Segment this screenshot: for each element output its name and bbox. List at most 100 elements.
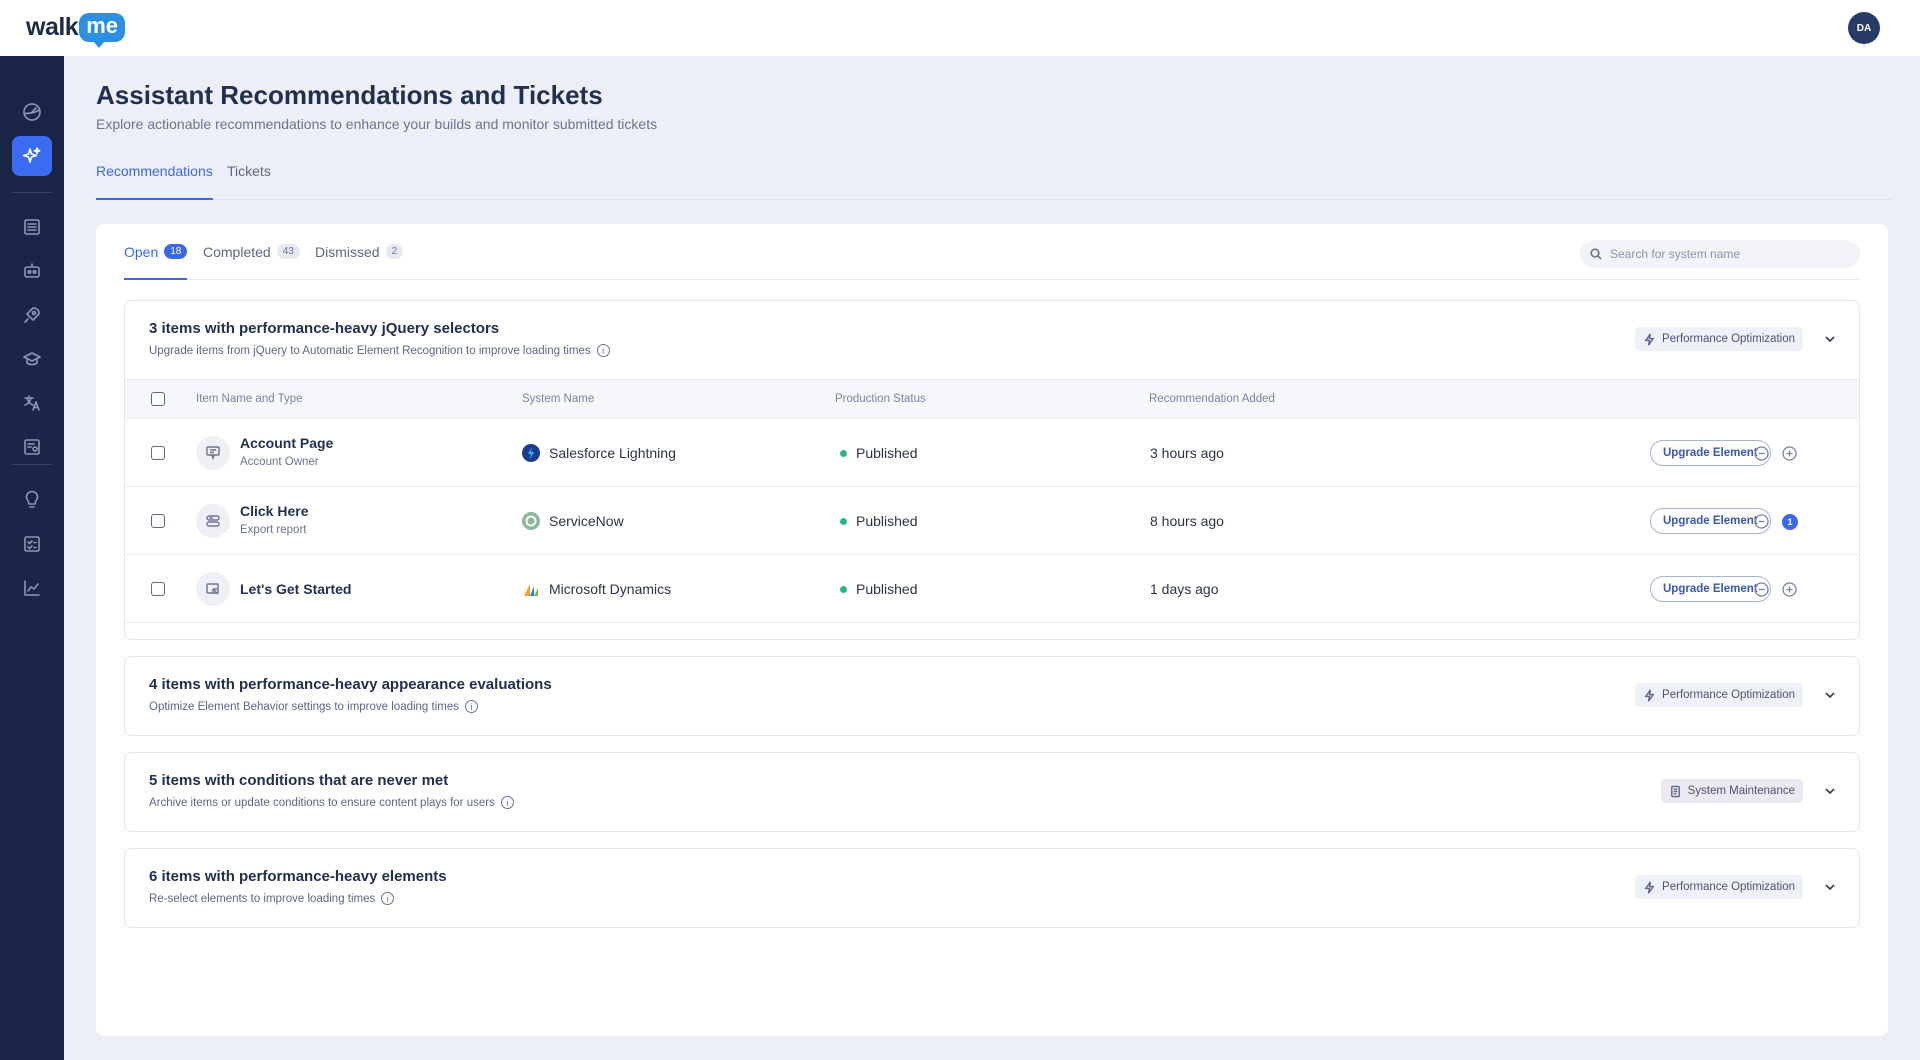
group-expand-toggle[interactable]: [1823, 880, 1837, 894]
row-checkbox[interactable]: [151, 446, 165, 460]
row-checkbox[interactable]: [151, 582, 165, 596]
sidebar-item-content[interactable]: [12, 207, 52, 247]
sidebar-item-integrations[interactable]: [12, 427, 52, 467]
category-tag: System Maintenance: [1660, 779, 1803, 803]
group-description: Archive items or update conditions to en…: [149, 796, 514, 809]
logo-walk-text: walk: [26, 12, 79, 41]
tab-completed-label: Completed: [203, 244, 271, 260]
tab-completed-count: 43: [276, 244, 300, 259]
table-row[interactable]: Account Page Account Owner Salesforce Li…: [125, 419, 1859, 487]
walkme-logo[interactable]: walk me: [26, 12, 125, 48]
create-ticket-button[interactable]: [1782, 582, 1797, 597]
sidebar: [0, 56, 64, 1060]
launcher-icon: [206, 446, 220, 461]
tab-open-label: Open: [124, 244, 159, 260]
ai-sparkle-icon: [22, 147, 41, 163]
group-description: Upgrade items from jQuery to Automatic E…: [149, 344, 610, 357]
column-header-added: Recommendation Added: [1149, 393, 1275, 405]
table-header: Item Name and Type System Name Productio…: [125, 379, 1859, 419]
bot-icon: [24, 263, 40, 278]
create-ticket-button[interactable]: [1782, 446, 1797, 461]
info-icon[interactable]: i: [500, 796, 514, 809]
group-expand-toggle[interactable]: [1823, 784, 1837, 798]
category-tag-label: System Maintenance: [1687, 785, 1795, 797]
production-status: Published: [856, 581, 918, 597]
upgrade-element-button[interactable]: Upgrade Element: [1650, 440, 1771, 466]
tab-recommendations[interactable]: Recommendations: [96, 163, 213, 200]
group-expand-toggle[interactable]: [1823, 688, 1837, 702]
lightning-icon: [1644, 689, 1655, 701]
minus-circle-icon: [1754, 446, 1769, 461]
select-all-checkbox[interactable]: [151, 392, 165, 406]
sidebar-item-translate[interactable]: [12, 383, 52, 423]
category-tag-label: Performance Optimization: [1662, 881, 1795, 893]
group-description-text: Archive items or update conditions to en…: [149, 796, 495, 809]
smart-walkthru-icon: [206, 583, 219, 595]
table-row[interactable]: Click Here Export report ServiceNow Publ…: [125, 487, 1859, 555]
status-dot: [840, 586, 847, 593]
table-row[interactable]: Let's Get Started Microsoft Dynamics Pub…: [125, 555, 1859, 623]
servicenow-icon: [522, 512, 540, 530]
sidebar-item-insights[interactable]: [12, 480, 52, 520]
document-icon: [1670, 785, 1680, 797]
system-name: ServiceNow: [549, 513, 624, 529]
user-avatar[interactable]: DA: [1848, 12, 1880, 44]
group-title: 4 items with performance-heavy appearanc…: [149, 676, 552, 693]
tab-dismissed[interactable]: Dismissed 2: [315, 244, 404, 280]
group-description-text: Upgrade items from jQuery to Automatic E…: [149, 344, 591, 357]
dismiss-button[interactable]: [1754, 514, 1769, 529]
info-icon[interactable]: i: [465, 700, 479, 713]
settings-share-icon: [24, 439, 40, 455]
status-dot: [840, 518, 847, 525]
recommendation-added: 3 hours ago: [1150, 445, 1224, 461]
dashboard-icon: [23, 103, 41, 121]
search-input[interactable]: [1610, 247, 1850, 261]
recommendation-group-conditions[interactable]: 5 items with conditions that are never m…: [124, 752, 1860, 832]
item-name[interactable]: Account Page: [240, 435, 333, 451]
shuttle-icon: [206, 515, 220, 527]
upgrade-element-button[interactable]: Upgrade Element: [1650, 508, 1771, 534]
info-icon[interactable]: i: [381, 892, 395, 905]
group-description: Re-select elements to improve loading ti…: [149, 892, 395, 905]
tab-dismissed-count: 2: [385, 244, 404, 259]
lightbulb-icon: [25, 490, 39, 508]
recommendation-group-appearance[interactable]: 4 items with performance-heavy appearanc…: [124, 656, 1860, 736]
tab-tickets[interactable]: Tickets: [227, 163, 271, 200]
category-tag-label: Performance Optimization: [1662, 333, 1795, 345]
sidebar-item-launch[interactable]: [12, 295, 52, 335]
sidebar-item-training[interactable]: [12, 339, 52, 379]
recommendation-group-jquery: 3 items with performance-heavy jQuery se…: [124, 300, 1860, 640]
group-collapse-toggle[interactable]: [1823, 332, 1837, 346]
sidebar-item-analytics[interactable]: [12, 568, 52, 608]
system-name: Salesforce Lightning: [549, 445, 676, 461]
recommendations-card: Open 18 Completed 43 Dismissed 2 3 items…: [96, 224, 1888, 1036]
sidebar-item-ai-assistant[interactable]: [12, 136, 52, 176]
chevron-down-icon: [1825, 336, 1835, 343]
info-icon[interactable]: i: [596, 344, 610, 357]
system-name: Microsoft Dynamics: [549, 581, 672, 597]
sidebar-item-bots[interactable]: [12, 251, 52, 291]
sidebar-item-tasks[interactable]: [12, 524, 52, 564]
upgrade-element-button[interactable]: Upgrade Element: [1650, 576, 1771, 602]
minus-circle-icon: [1754, 582, 1769, 597]
item-name[interactable]: Let's Get Started: [240, 581, 351, 597]
column-header-item: Item Name and Type: [196, 393, 303, 405]
recommendation-group-elements[interactable]: 6 items with performance-heavy elements …: [124, 848, 1860, 928]
dismiss-button[interactable]: [1754, 582, 1769, 597]
microsoft-dynamics-icon: [522, 580, 540, 598]
row-checkbox[interactable]: [151, 514, 165, 528]
tab-completed[interactable]: Completed 43: [203, 244, 300, 280]
category-tag: Performance Optimization: [1635, 875, 1803, 899]
search-box[interactable]: [1580, 240, 1860, 268]
ticket-count-badge[interactable]: 1: [1782, 514, 1798, 530]
tab-open[interactable]: Open 18: [124, 244, 188, 280]
column-header-system: System Name: [522, 393, 595, 405]
item-name[interactable]: Click Here: [240, 503, 308, 519]
item-type: Account Owner: [240, 456, 319, 468]
item-type: Export report: [240, 524, 307, 536]
production-status: Published: [856, 513, 918, 529]
sidebar-item-dashboard[interactable]: [12, 92, 52, 132]
item-type-icon: [196, 436, 230, 470]
plus-circle-icon: [1782, 582, 1797, 597]
dismiss-button[interactable]: [1754, 446, 1769, 461]
